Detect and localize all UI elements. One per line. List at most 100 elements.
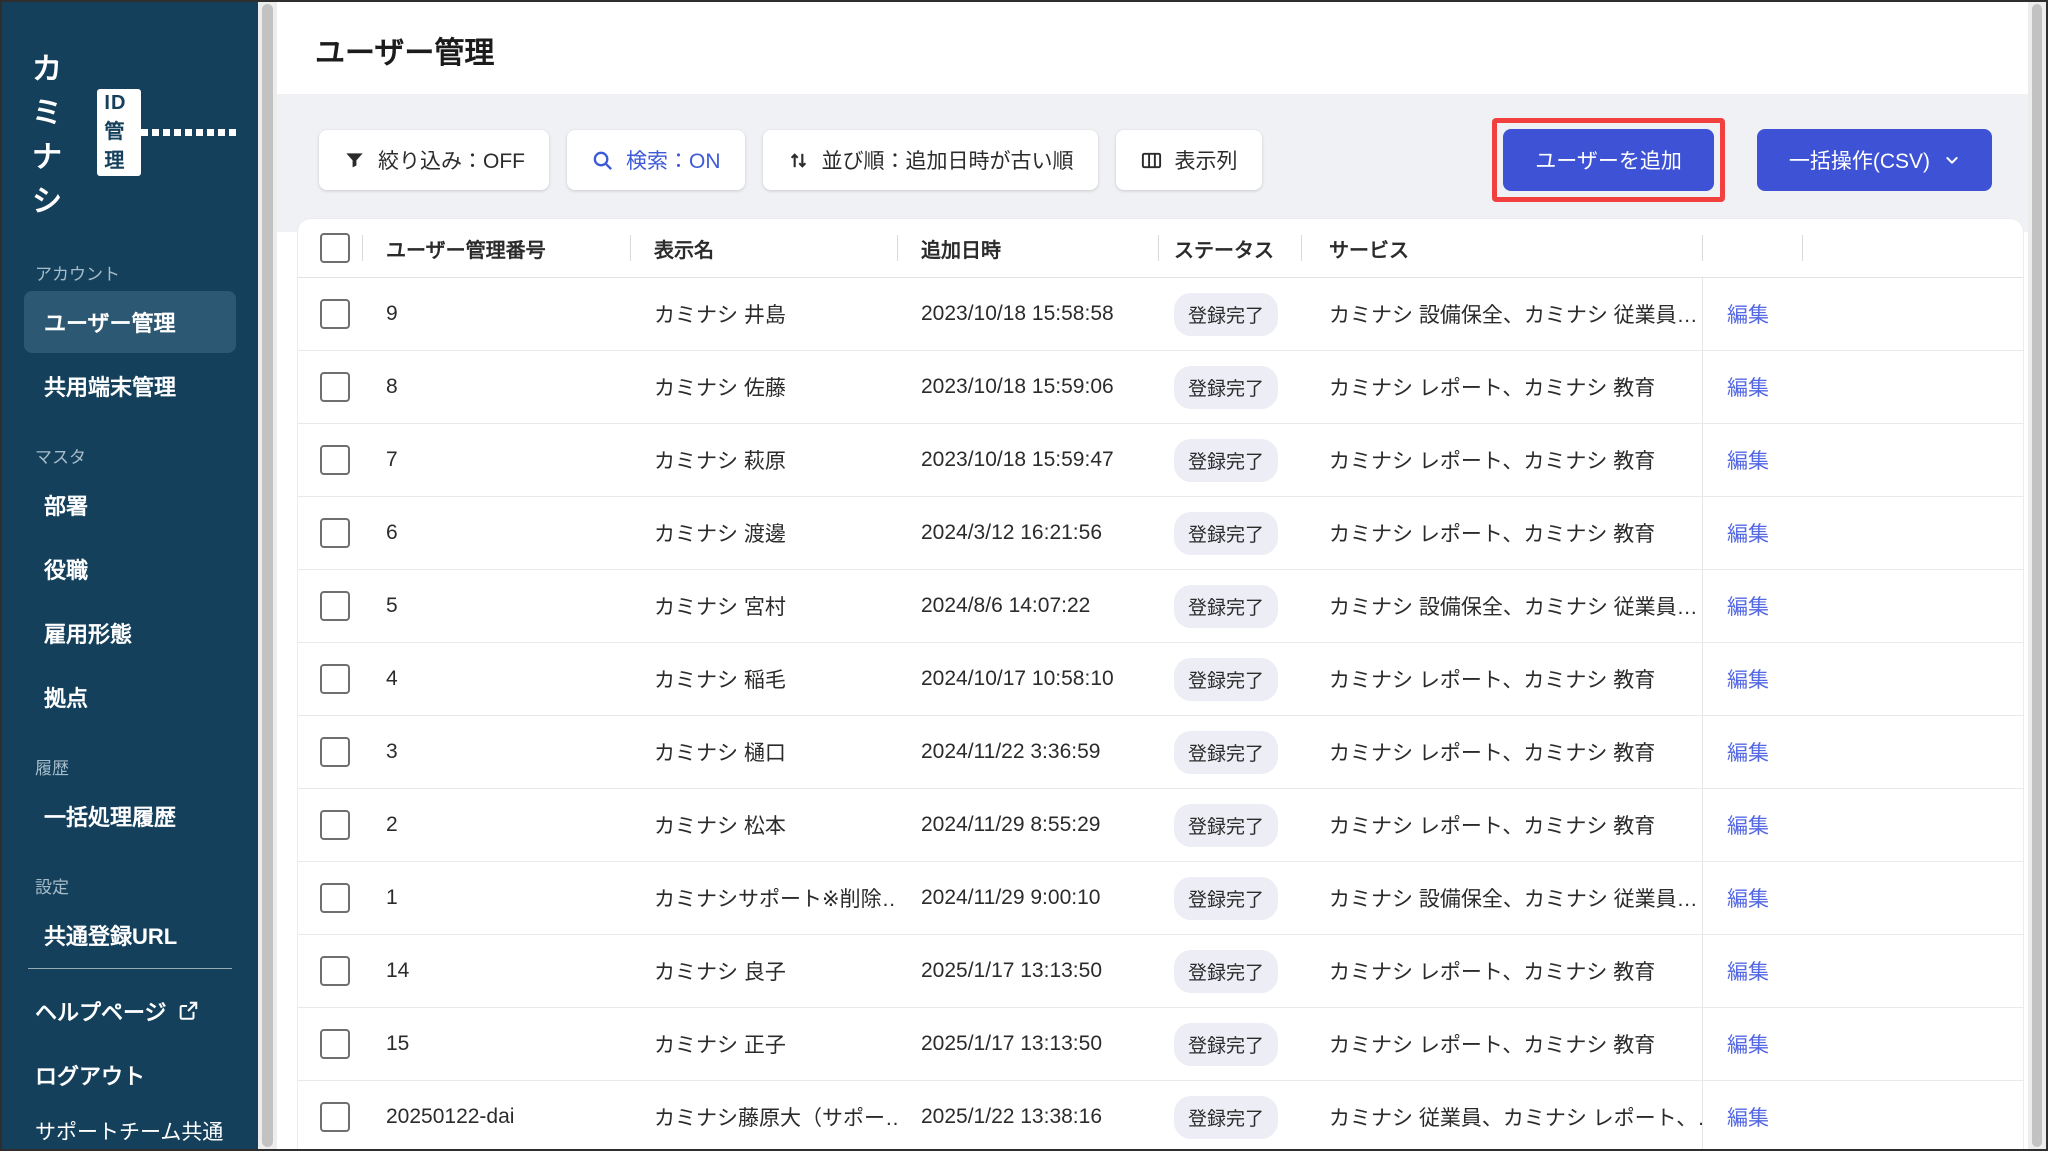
add-user-button-label: ユーザーを追加 xyxy=(1535,150,1682,173)
cell-services: カミナシ レポート、カミナシ 教育 xyxy=(1329,1034,1656,1057)
sort-button[interactable]: 並び順：追加日時が古い順 xyxy=(762,130,1098,190)
sidebar-item-link[interactable]: 雇用形態 xyxy=(24,602,236,664)
filter-button[interactable]: 絞り込み：OFF xyxy=(319,130,549,190)
select-all-checkbox[interactable] xyxy=(320,233,350,263)
col-header-services[interactable]: サービス xyxy=(1301,219,1702,277)
sidebar-scrollbar-thumb[interactable] xyxy=(262,4,273,1147)
sidebar-section-label: アカウント xyxy=(35,265,120,284)
app-window: カミナシ ID管理 アカウント ユーザー管理 共用端末管理 マスタ 部署 役職 雇用形… xyxy=(0,0,2048,1151)
sidebar-item-link[interactable]: 拠点 xyxy=(24,666,236,728)
cell-user-id: 3 xyxy=(386,740,398,763)
edit-link[interactable]: 編集 xyxy=(1727,810,1769,840)
cell-services: カミナシ 設備保全、カミナシ 従業員… xyxy=(1329,304,1698,327)
edit-link[interactable]: 編集 xyxy=(1727,956,1769,986)
cell-added: 2023/10/18 15:59:47 xyxy=(921,448,1114,471)
help-label: ヘルプページ xyxy=(35,1000,167,1025)
cell-services: カミナシ レポート、カミナシ 教育 xyxy=(1329,450,1656,473)
row-checkbox[interactable] xyxy=(320,372,350,402)
edit-link[interactable]: 編集 xyxy=(1727,299,1769,329)
brand-badge: ID管理 xyxy=(97,88,141,176)
col-header-edit xyxy=(1702,219,1802,277)
table-row: 1 カミナシサポート※削除… 2024/11/29 9:00:10 登録完了 カ… xyxy=(298,862,2023,935)
red-highlight-annotation: ユーザーを追加 xyxy=(1492,118,1725,202)
col-header-user-id[interactable]: ユーザー管理番号 xyxy=(362,219,630,277)
page-scrollbar[interactable] xyxy=(2028,2,2046,1149)
cell-name: カミナシ 井島 xyxy=(654,304,786,327)
main-content: ユーザー管理 絞り込み：OFF 検索：ON 並び順：追加日時が古い順 表示列 ユ… xyxy=(277,2,2028,1149)
add-user-button[interactable]: ユーザーを追加 xyxy=(1503,129,1714,191)
col-header-status[interactable]: ステータス xyxy=(1158,219,1301,277)
status-badge: 登録完了 xyxy=(1174,1095,1279,1139)
edit-link[interactable]: 編集 xyxy=(1727,372,1769,402)
sidebar-section-label: 設定 xyxy=(35,878,69,897)
apps-grid-icon[interactable] xyxy=(141,128,236,136)
filter-funnel-icon xyxy=(343,149,366,172)
edit-link[interactable]: 編集 xyxy=(1727,1029,1769,1059)
sidebar-footer: ヘルプページ ログアウト サポートチーム共通アカウント カミナシ 井島 xyxy=(2,968,258,1149)
sidebar-item-help[interactable]: ヘルプページ xyxy=(2,979,258,1043)
row-checkbox[interactable] xyxy=(320,1102,350,1132)
sidebar-item-link[interactable]: 一括処理履歴 xyxy=(24,785,236,847)
status-badge: 登録完了 xyxy=(1174,584,1279,628)
sort-button-label: 並び順：追加日時が古い順 xyxy=(821,150,1074,173)
row-checkbox[interactable] xyxy=(320,883,350,913)
bulk-action-button[interactable]: 一括操作(CSV) xyxy=(1756,129,1992,191)
cell-added: 2025/1/22 13:38:16 xyxy=(921,1105,1103,1128)
cell-name: カミナシ 良子 xyxy=(654,961,786,984)
cell-name: カミナシ 萩原 xyxy=(654,450,786,473)
page-scrollbar-thumb[interactable] xyxy=(2032,4,2042,1147)
cell-name: カミナシ 宮村 xyxy=(654,596,786,619)
search-button[interactable]: 検索：ON xyxy=(567,130,745,190)
edit-link[interactable]: 編集 xyxy=(1727,664,1769,694)
row-checkbox[interactable] xyxy=(320,518,350,548)
cell-added: 2025/1/17 13:13:50 xyxy=(921,1032,1103,1055)
cell-user-id: 4 xyxy=(386,667,398,690)
edit-link[interactable]: 編集 xyxy=(1727,1102,1769,1132)
edit-link[interactable]: 編集 xyxy=(1727,883,1769,913)
sidebar-item-link[interactable]: 部署 xyxy=(24,474,236,536)
row-checkbox[interactable] xyxy=(320,445,350,475)
cell-added: 2024/11/22 3:36:59 xyxy=(921,740,1101,763)
row-checkbox[interactable] xyxy=(320,737,350,767)
table-row: 15 カミナシ 正子 2025/1/17 13:13:50 登録完了 カミナシ … xyxy=(298,1008,2023,1081)
columns-button-label: 表示列 xyxy=(1174,150,1238,173)
row-checkbox[interactable] xyxy=(320,810,350,840)
sidebar-item-logout[interactable]: ログアウト xyxy=(2,1043,258,1107)
cell-services: カミナシ レポート、カミナシ 教育 xyxy=(1329,669,1656,692)
account-org-name: サポートチーム共通アカウント xyxy=(35,1121,224,1144)
status-badge: 登録完了 xyxy=(1174,365,1279,409)
cell-added: 2024/3/12 16:21:56 xyxy=(921,521,1103,544)
row-checkbox[interactable] xyxy=(320,591,350,621)
row-checkbox[interactable] xyxy=(320,1029,350,1059)
columns-icon xyxy=(1140,149,1163,172)
sidebar-item-link[interactable]: 共通登録URL xyxy=(24,904,236,966)
sidebar-item-link[interactable]: 共用端末管理 xyxy=(24,355,236,417)
row-checkbox[interactable] xyxy=(320,299,350,329)
edit-link[interactable]: 編集 xyxy=(1727,737,1769,767)
col-header-name[interactable]: 表示名 xyxy=(630,219,897,277)
col-header-added[interactable]: 追加日時 xyxy=(897,219,1158,277)
table-row: 7 カミナシ 萩原 2023/10/18 15:59:47 登録完了 カミナシ … xyxy=(298,424,2023,497)
columns-button[interactable]: 表示列 xyxy=(1115,130,1262,190)
sidebar-item-active[interactable]: ユーザー管理 xyxy=(24,291,236,353)
edit-link[interactable]: 編集 xyxy=(1727,518,1769,548)
cell-user-id: 8 xyxy=(386,375,398,398)
status-badge: 登録完了 xyxy=(1174,438,1279,482)
cell-name: カミナシサポート※削除… xyxy=(654,888,897,911)
filter-button-label: 絞り込み：OFF xyxy=(378,150,525,173)
edit-link[interactable]: 編集 xyxy=(1727,591,1769,621)
external-link-icon xyxy=(177,1000,199,1022)
cell-added: 2024/11/29 8:55:29 xyxy=(921,813,1101,836)
cell-added: 2024/8/6 14:07:22 xyxy=(921,594,1091,617)
toolbar: 絞り込み：OFF 検索：ON 並び順：追加日時が古い順 表示列 ユーザーを追加 … xyxy=(277,94,2028,232)
table-row: 4 カミナシ 稲毛 2024/10/17 10:58:10 登録完了 カミナシ … xyxy=(298,643,2023,716)
edit-link[interactable]: 編集 xyxy=(1727,445,1769,475)
sidebar-scrollbar[interactable] xyxy=(258,2,277,1149)
cell-added: 2025/1/17 13:13:50 xyxy=(921,959,1103,982)
sidebar-item-link[interactable]: 役職 xyxy=(24,538,236,600)
table-row: 3 カミナシ 樋口 2024/11/22 3:36:59 登録完了 カミナシ レ… xyxy=(298,716,2023,789)
row-checkbox[interactable] xyxy=(320,664,350,694)
status-badge: 登録完了 xyxy=(1174,1022,1279,1066)
row-checkbox[interactable] xyxy=(320,956,350,986)
search-button-label: 検索：ON xyxy=(626,150,721,173)
